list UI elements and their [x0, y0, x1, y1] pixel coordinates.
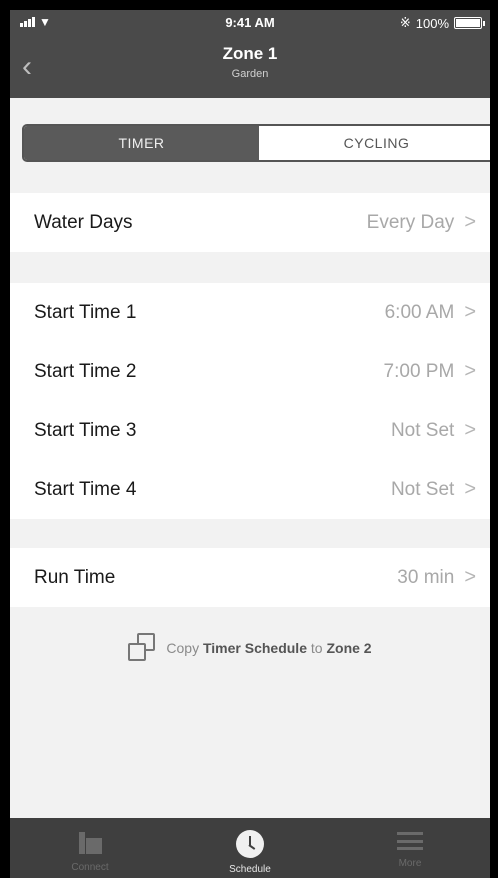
- bluetooth-icon: ※: [399, 15, 411, 30]
- menu-icon: [397, 830, 423, 852]
- run-time-label: Run Time: [34, 566, 116, 588]
- battery-icon: [454, 17, 485, 29]
- tab-label: Schedule: [229, 864, 271, 875]
- start-time-label: Start Time 2: [34, 360, 137, 382]
- start-time-label: Start Time 1: [34, 301, 137, 323]
- copy-text: Copy Timer Schedule to Zone 2: [166, 640, 372, 656]
- tab-cycling[interactable]: CYCLING: [259, 126, 490, 160]
- start-time-4-row[interactable]: Start Time 4 Not Set >: [10, 460, 490, 519]
- water-days-label: Water Days: [34, 211, 133, 233]
- status-right: ※ 100%: [399, 15, 485, 31]
- chevron-right-icon: >: [464, 419, 476, 441]
- start-time-2-row[interactable]: Start Time 2 7:00 PM >: [10, 342, 490, 401]
- tab-label: Connect: [71, 862, 109, 873]
- start-time-value: Not Set: [390, 478, 455, 500]
- run-time-value: 30 min: [397, 566, 455, 588]
- copy-icon: [128, 633, 158, 663]
- start-time-label: Start Time 3: [34, 419, 137, 441]
- nav-header: ▼ 9:41 AM ※ 100% ‹ Zone 1 Garden: [10, 10, 490, 98]
- start-time-1-row[interactable]: Start Time 1 6:00 AM >: [10, 283, 490, 342]
- water-days-value: Every Day: [366, 211, 455, 233]
- start-time-3-row[interactable]: Start Time 3 Not Set >: [10, 401, 490, 460]
- start-time-value: Not Set: [390, 419, 455, 441]
- status-bar: ▼ 9:41 AM ※ 100%: [10, 10, 490, 36]
- start-time-value: 7:00 PM: [383, 360, 455, 382]
- chevron-right-icon: >: [464, 360, 476, 382]
- chevron-right-icon: >: [464, 211, 476, 233]
- start-time-value: 6:00 AM: [384, 301, 455, 323]
- tab-timer[interactable]: TIMER: [24, 126, 259, 160]
- battery-percent: 100%: [415, 15, 449, 31]
- start-time-label: Start Time 4: [34, 478, 137, 500]
- page-title: Zone 1: [222, 44, 278, 63]
- water-days-group: Water Days Every Day >: [10, 193, 490, 252]
- copy-schedule-button[interactable]: Copy Timer Schedule to Zone 2: [10, 628, 490, 668]
- app-screen: ▼ 9:41 AM ※ 100% ‹ Zone 1 Garden TIMER C…: [10, 10, 490, 878]
- chevron-right-icon: >: [464, 478, 476, 500]
- tab-more[interactable]: More: [330, 818, 490, 878]
- chevron-right-icon: >: [464, 566, 476, 588]
- bottom-tab-bar: Connect Schedule More: [10, 818, 490, 878]
- run-time-group: Run Time 30 min >: [10, 548, 490, 607]
- device-frame: ▼ 9:41 AM ※ 100% ‹ Zone 1 Garden TIMER C…: [0, 0, 498, 878]
- start-times-group: Start Time 1 6:00 AM > Start Time 2 7:00…: [10, 283, 490, 519]
- run-time-row[interactable]: Run Time 30 min >: [10, 548, 490, 607]
- tab-label: More: [398, 858, 422, 869]
- mode-segmented-control: TIMER CYCLING: [22, 124, 490, 162]
- tab-schedule[interactable]: Schedule: [170, 818, 330, 878]
- clock-icon: [236, 830, 264, 858]
- page-subtitle: Garden: [231, 68, 269, 80]
- connect-icon: [77, 830, 103, 856]
- water-days-row[interactable]: Water Days Every Day >: [10, 193, 490, 252]
- chevron-right-icon: >: [464, 301, 476, 323]
- tab-connect[interactable]: Connect: [10, 818, 170, 878]
